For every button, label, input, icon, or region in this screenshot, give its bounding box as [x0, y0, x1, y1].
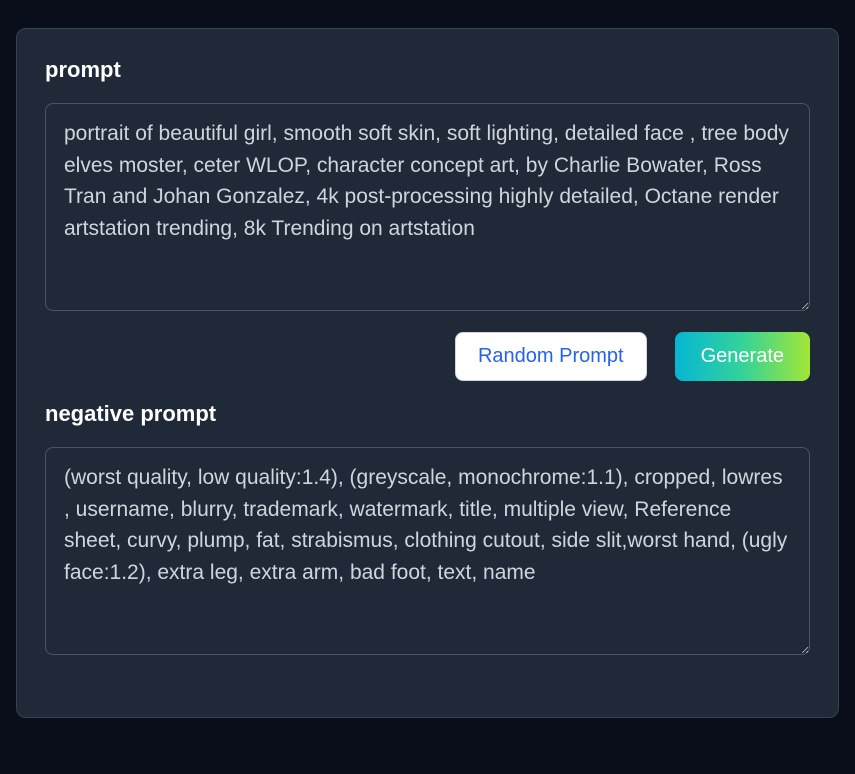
negative-prompt-label: negative prompt	[45, 401, 810, 427]
prompt-textarea[interactable]	[45, 103, 810, 311]
negative-prompt-textarea[interactable]	[45, 447, 810, 655]
generate-button[interactable]: Generate	[675, 332, 810, 381]
random-prompt-button[interactable]: Random Prompt	[455, 332, 647, 381]
prompt-panel: prompt Random Prompt Generate negative p…	[16, 28, 839, 718]
button-row: Random Prompt Generate	[45, 332, 810, 381]
prompt-label: prompt	[45, 57, 810, 83]
